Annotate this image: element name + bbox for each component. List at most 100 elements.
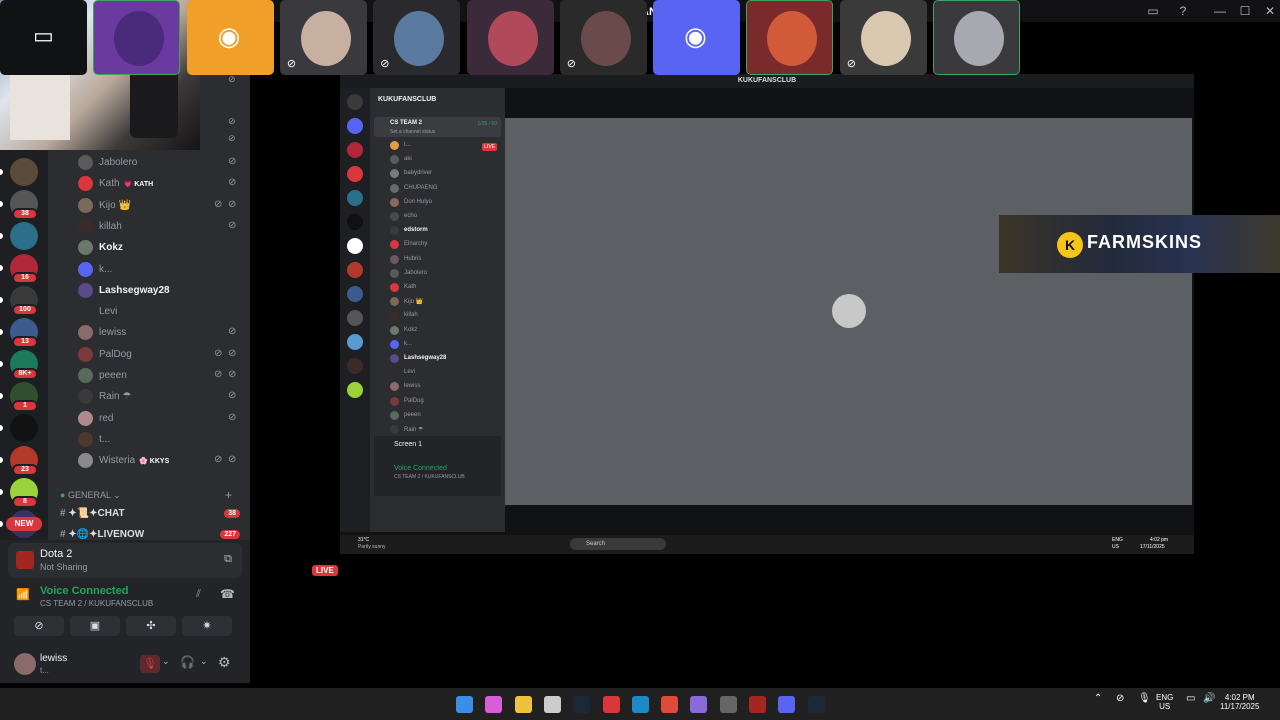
headphones-icon[interactable]: 🎧 — [180, 655, 195, 669]
stream-voice-user: Kath — [390, 281, 500, 293]
chrome-icon[interactable] — [661, 696, 679, 713]
participant-tile[interactable]: ⊘ — [373, 0, 461, 75]
store-icon[interactable] — [543, 696, 561, 713]
server-1-icon[interactable] — [10, 158, 38, 186]
voice-user[interactable]: Kath 💗 KATH ⊘ — [78, 175, 248, 193]
ad-brand: FARMSKINS — [1087, 232, 1203, 252]
signal-icon[interactable]: 📶 — [16, 588, 30, 601]
noise-suppression-icon[interactable]: ⫽ — [196, 588, 201, 601]
muted-mic-icon: ⊘ — [228, 116, 236, 126]
discord-logo-icon: ◉ — [217, 21, 241, 51]
mute-mic-button[interactable]: 🎙 — [140, 655, 160, 673]
stream-server-icon — [347, 310, 363, 326]
unread-count: 227 — [220, 530, 240, 539]
participant-tile[interactable]: ▭ — [0, 0, 87, 75]
text-channel[interactable]: # ✦📜✦CHAT 38 — [60, 508, 240, 524]
voice-user[interactable]: Lashsegway28 — [78, 282, 248, 300]
tray-clock[interactable]: 4:02 PM 11/17/2025 — [1220, 693, 1259, 711]
participant-tile[interactable] — [746, 0, 834, 75]
voice-user-name: red — [99, 412, 114, 424]
stream-server-icon — [347, 214, 363, 230]
voice-user[interactable]: red ⊘ — [78, 410, 248, 428]
category-general[interactable]: ● GENERAL ⌄ + — [60, 488, 240, 502]
participant-tile[interactable]: ◉ — [653, 0, 741, 75]
tray-volume-icon[interactable]: 🔊 — [1203, 693, 1215, 704]
voice-user[interactable]: k... — [78, 261, 248, 279]
voice-user[interactable]: PalDog ⊘ ⊘ — [78, 346, 248, 364]
copilot-icon[interactable] — [485, 696, 503, 713]
steam-icon[interactable] — [807, 696, 825, 713]
server-9-icon[interactable] — [10, 414, 38, 442]
calendar-icon[interactable] — [602, 696, 620, 713]
voice-user[interactable]: Levi — [78, 303, 248, 321]
muted-mic-icon: ⊘ — [228, 156, 237, 167]
close-button[interactable]: ✕ — [1262, 3, 1278, 19]
mic-options-icon[interactable]: ⌄ — [162, 656, 170, 667]
stream-user-name: k... — [404, 340, 413, 347]
stream-user-name: PalDog — [404, 397, 424, 404]
avatar[interactable] — [14, 653, 36, 675]
voice-user[interactable]: killah ⊘ — [78, 218, 248, 236]
minimize-button[interactable]: — — [1212, 3, 1228, 19]
steam-icon[interactable] — [573, 696, 591, 713]
voice-user[interactable]: Kijo 👑 ⊘ ⊘ — [78, 197, 248, 215]
voice-user[interactable]: Wisteria 🌸 KKYS ⊘ ⊘ — [78, 452, 248, 470]
activity-card[interactable]: Dota 2 Not Sharing ⧉ — [8, 543, 242, 578]
share-screen-icon[interactable]: ⧉ — [224, 553, 232, 566]
stream-user-name: Lashsegway28 — [404, 355, 447, 361]
muted-mic-icon: ⊘ — [228, 411, 237, 423]
farmskins-ad[interactable]: K FARMSKINS — [999, 215, 1280, 273]
settings-gear-icon[interactable]: ⚙ — [218, 654, 231, 671]
voice-user-name: Wisteria 🌸 KKYS — [99, 455, 170, 467]
avatar — [390, 396, 399, 406]
stream-voice-user: Don Hulyo — [390, 196, 500, 208]
voice-user[interactable]: lewiss ⊘ — [78, 324, 248, 342]
user-name[interactable]: lewiss — [40, 653, 67, 664]
help-icon[interactable]: ? — [1175, 3, 1191, 19]
avatar — [390, 268, 399, 278]
inbox-icon[interactable]: ▭ — [1145, 3, 1161, 19]
voice-user[interactable]: t... — [78, 431, 248, 449]
tray-display-icon[interactable]: ▭ — [1186, 693, 1195, 704]
participant-tile[interactable]: ◉ — [186, 0, 274, 75]
avatar — [390, 410, 399, 420]
maximize-button[interactable]: ☐ — [1237, 3, 1253, 19]
stream-user-name: Kokz — [404, 326, 418, 333]
voice-channel[interactable]: CS TEAM 2 / KUKUFANSCLUB — [40, 599, 153, 608]
tray-mic-icon[interactable]: 🎙 — [1138, 693, 1151, 704]
edge-icon[interactable] — [631, 696, 649, 713]
new-badge[interactable]: NEW — [6, 517, 42, 531]
stream-channel-row: CS TEAM 2 Set a channel status 1/25 / 50 — [374, 117, 501, 137]
file-explorer-icon[interactable] — [514, 696, 532, 713]
avatar — [78, 389, 93, 405]
voice-status[interactable]: Voice Connected — [40, 585, 128, 597]
stream-user-name: Elnarchy — [404, 241, 428, 248]
tray-network-icon[interactable]: ⊘ — [1116, 693, 1124, 704]
start-icon[interactable] — [456, 696, 473, 713]
voice-user[interactable]: Kokz — [78, 239, 248, 257]
activities-button[interactable]: ✣ — [126, 616, 176, 636]
participant-tile[interactable] — [933, 0, 1020, 75]
app-icon[interactable] — [690, 696, 708, 713]
participant-tile[interactable]: ⊘ — [279, 0, 367, 75]
dota-icon[interactable] — [749, 696, 766, 713]
disconnect-icon[interactable]: ☎ — [220, 587, 235, 601]
soundboard-button[interactable]: ✷ — [182, 616, 232, 636]
stream-server-icon — [347, 166, 363, 182]
tray-language[interactable]: ENG US — [1156, 693, 1173, 711]
audio-options-icon[interactable]: ⌄ — [200, 656, 208, 667]
add-channel-icon[interactable]: + — [225, 488, 232, 502]
voice-user[interactable]: peeen ⊘ ⊘ — [78, 367, 248, 385]
voice-user[interactable]: Jabolero ⊘ — [78, 154, 248, 172]
voice-user[interactable]: Rain ☂ ⊘ — [78, 388, 248, 406]
participant-tile[interactable] — [93, 0, 181, 75]
camera-off-button[interactable]: ⊘ — [14, 616, 64, 636]
participant-tile[interactable]: ⊘ — [839, 0, 927, 75]
participant-tile[interactable]: ⊘ — [559, 0, 647, 75]
participant-tile[interactable] — [466, 0, 554, 75]
screen-share-button[interactable]: ▣ — [70, 616, 120, 636]
discord-icon[interactable] — [778, 696, 796, 713]
server-3-icon[interactable] — [10, 222, 38, 250]
tray-overflow-icon[interactable]: ⌃ — [1094, 693, 1102, 704]
settings-icon[interactable] — [719, 696, 737, 713]
